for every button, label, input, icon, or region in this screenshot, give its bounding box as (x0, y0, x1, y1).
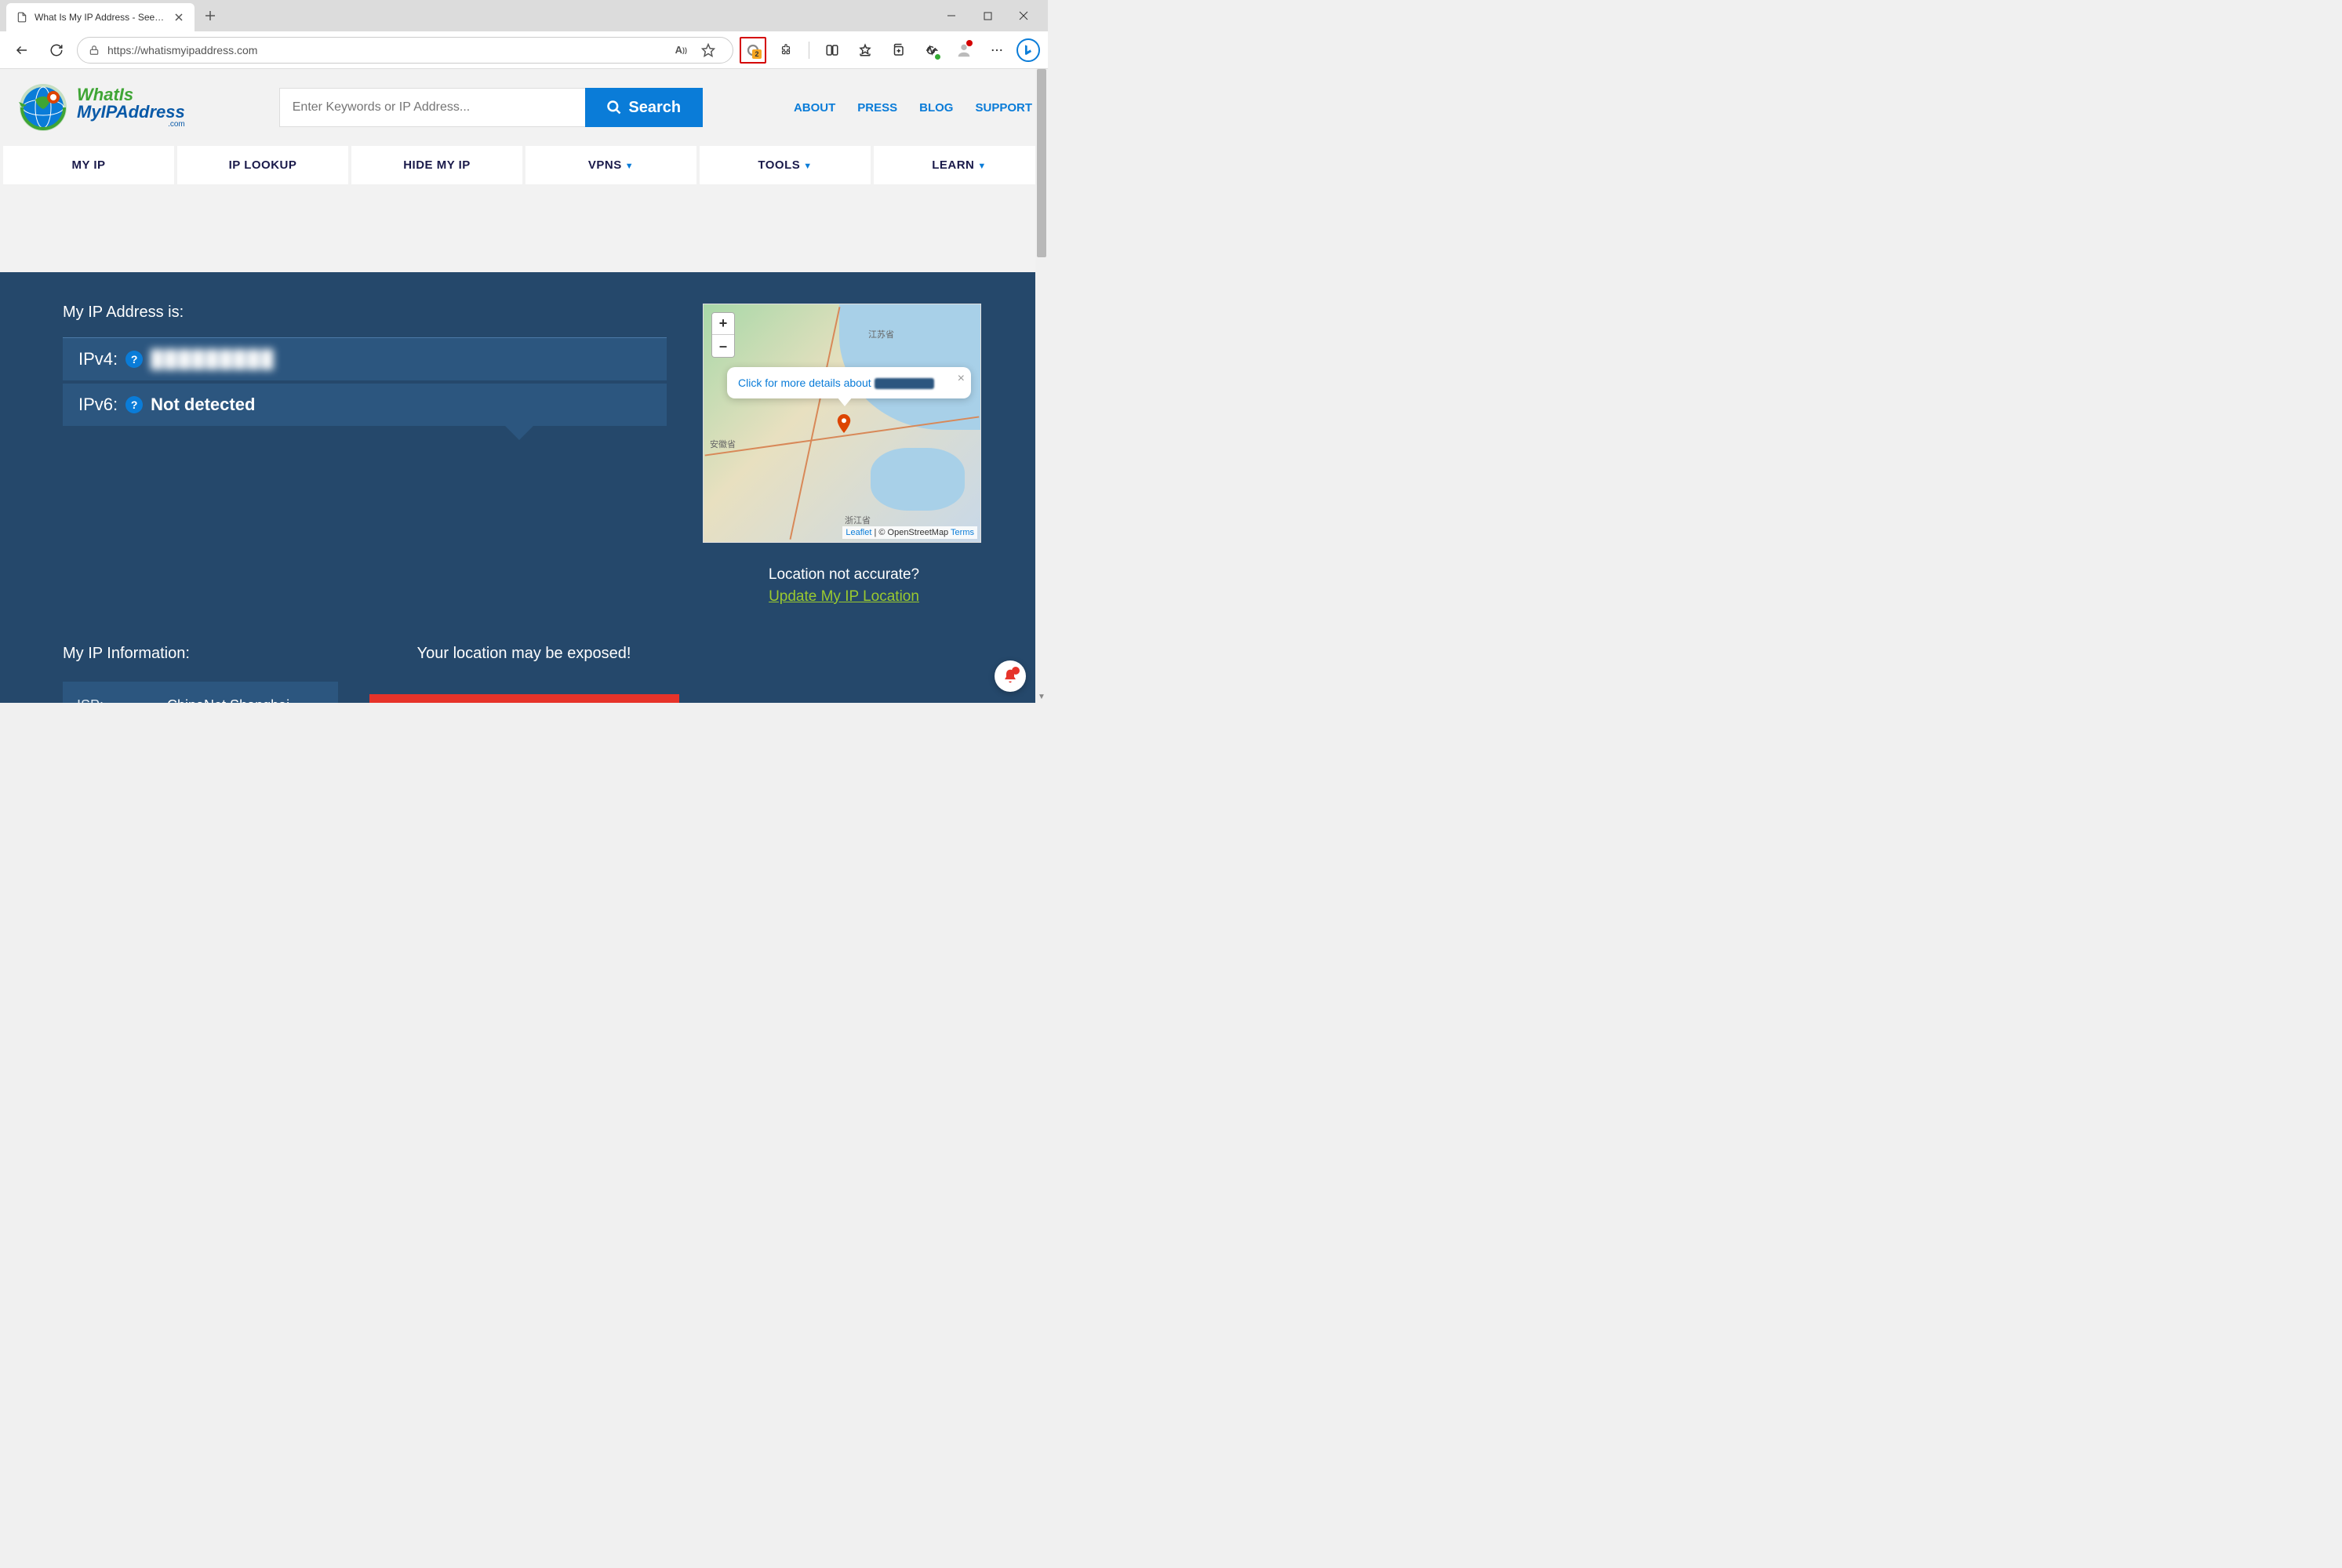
exposed-warning: Your location may be exposed! (369, 645, 679, 663)
new-tab-button[interactable] (199, 5, 221, 27)
main-nav: MY IP IP LOOKUP HIDE MY IP VPNS▼ TOOLS▼ … (0, 146, 1048, 184)
ip-heading: My IP Address is: (63, 304, 671, 322)
favorite-star-icon[interactable] (695, 37, 722, 64)
osm-terms-link[interactable]: Terms (951, 528, 974, 537)
globe-logo-icon (16, 80, 71, 135)
ip-info-column: My IP Information: ISP: ChinaNet Shangha… (63, 645, 338, 703)
bell-notification-dot (1012, 667, 1020, 675)
address-bar: A)) 2 (0, 31, 1048, 69)
site-header: WhatIs MyIPAddress .com Search ABOUT PRE… (0, 69, 1048, 146)
ip-info-heading: My IP Information: (63, 645, 338, 663)
profile-icon[interactable] (951, 37, 977, 64)
profile-notification-dot (966, 40, 973, 46)
map-zoom-in-button[interactable]: + (712, 313, 734, 335)
browser-tab[interactable]: What Is My IP Address - See You… (6, 3, 195, 31)
extensions-icon[interactable] (773, 37, 799, 64)
ip-info-box: ISP: ChinaNet Shanghai Province Network … (63, 682, 338, 703)
search-button-label: Search (628, 99, 681, 117)
top-link-press[interactable]: PRESS (857, 101, 897, 115)
ipv6-help-icon[interactable]: ? (125, 396, 143, 413)
leaflet-link[interactable]: Leaflet (846, 528, 871, 537)
nav-ip-lookup[interactable]: IP LOOKUP (177, 146, 348, 184)
favorites-icon[interactable] (852, 37, 878, 64)
search-button[interactable]: Search (585, 88, 703, 127)
map-popup[interactable]: Click for more details about × (727, 367, 971, 398)
hide-ip-button[interactable]: HIDE MY IP ADDRESS NOW (369, 694, 679, 703)
ipv4-row: IPv4: ? █████████ (63, 337, 667, 380)
tab-title: What Is My IP Address - See You… (35, 12, 166, 23)
ad-space (0, 184, 1048, 272)
map-popup-close-icon[interactable]: × (958, 372, 965, 386)
ipv6-label: IPv6: (78, 395, 118, 415)
top-link-about[interactable]: ABOUT (794, 101, 835, 115)
search-input[interactable] (279, 88, 585, 127)
ipv6-row: IPv6: ? Not detected (63, 384, 667, 426)
window-controls (933, 3, 1042, 28)
ipv4-value[interactable]: █████████ (151, 349, 275, 369)
chevron-down-icon: ▼ (803, 162, 812, 171)
notification-bell-button[interactable] (995, 660, 1026, 692)
url-field-wrap[interactable]: A)) (77, 37, 733, 64)
tab-bar: What Is My IP Address - See You… (0, 0, 1048, 31)
scrollbar-track[interactable]: ▼ (1035, 69, 1048, 703)
action-column: Your location may be exposed! HIDE MY IP… (369, 645, 679, 703)
ipv4-label: IPv4: (78, 349, 118, 369)
bing-sidebar-icon[interactable] (1016, 38, 1040, 62)
nav-learn[interactable]: LEARN▼ (874, 146, 1045, 184)
performance-icon[interactable] (918, 37, 944, 64)
chevron-down-icon: ▼ (625, 162, 634, 171)
window-minimize-button[interactable] (933, 3, 969, 28)
redacted-ip (875, 378, 934, 389)
page-favicon-icon (16, 11, 28, 24)
ipv4-help-icon[interactable]: ? (125, 351, 143, 368)
main-panel: My IP Address is: IPv4: ? █████████ IPv6… (0, 272, 1048, 703)
nav-my-ip[interactable]: MY IP (3, 146, 174, 184)
lock-icon (89, 45, 100, 56)
map-attribution: Leaflet | © OpenStreetMap Terms (842, 526, 977, 539)
nav-hide-my-ip[interactable]: HIDE MY IP (351, 146, 522, 184)
back-button[interactable] (8, 36, 36, 64)
tab-close-icon[interactable] (173, 11, 185, 24)
collections-icon[interactable] (885, 37, 911, 64)
location-question: Location not accurate? (703, 566, 985, 584)
nav-vpns[interactable]: VPNS▼ (525, 146, 696, 184)
top-links: ABOUT PRESS BLOG SUPPORT (794, 101, 1032, 115)
window-close-button[interactable] (1006, 3, 1042, 28)
extension-highlighted-icon[interactable]: 2 (740, 37, 766, 64)
url-input[interactable] (107, 44, 664, 56)
window-maximize-button[interactable] (969, 3, 1006, 28)
extension-badge: 2 (752, 49, 762, 59)
map-column: 江苏省 安徽省 浙江省 + – Click for more details a… (703, 304, 985, 606)
ip-box-pointer (502, 423, 536, 440)
read-aloud-icon[interactable]: A)) (672, 37, 690, 64)
page-viewport: WhatIs MyIPAddress .com Search ABOUT PRE… (0, 69, 1048, 703)
performance-status-dot (935, 54, 940, 60)
browser-chrome: What Is My IP Address - See You… (0, 0, 1048, 69)
map-zoom-controls: + – (711, 312, 735, 358)
top-link-blog[interactable]: BLOG (919, 101, 953, 115)
split-screen-icon[interactable] (819, 37, 846, 64)
search-form: Search (279, 88, 703, 127)
scrollbar-down-icon[interactable]: ▼ (1035, 690, 1048, 703)
ipv6-value: Not detected (151, 395, 255, 415)
site-logo[interactable]: WhatIs MyIPAddress .com (16, 80, 185, 135)
top-link-support[interactable]: SUPPORT (975, 101, 1032, 115)
location-accuracy: Location not accurate? Update My IP Loca… (703, 566, 985, 606)
search-icon (606, 100, 622, 115)
refresh-button[interactable] (42, 36, 71, 64)
scrollbar-thumb[interactable] (1037, 69, 1046, 257)
isp-key: ISP: (77, 697, 163, 703)
map-zoom-out-button[interactable]: – (712, 335, 734, 357)
more-menu-icon[interactable] (984, 37, 1010, 64)
map-pin-icon (837, 414, 851, 433)
update-location-link[interactable]: Update My IP Location (769, 588, 919, 606)
logo-text: WhatIs MyIPAddress .com (77, 86, 185, 129)
chevron-down-icon: ▼ (977, 162, 986, 171)
nav-tools[interactable]: TOOLS▼ (700, 146, 871, 184)
ip-location-map[interactable]: 江苏省 安徽省 浙江省 + – Click for more details a… (703, 304, 981, 543)
